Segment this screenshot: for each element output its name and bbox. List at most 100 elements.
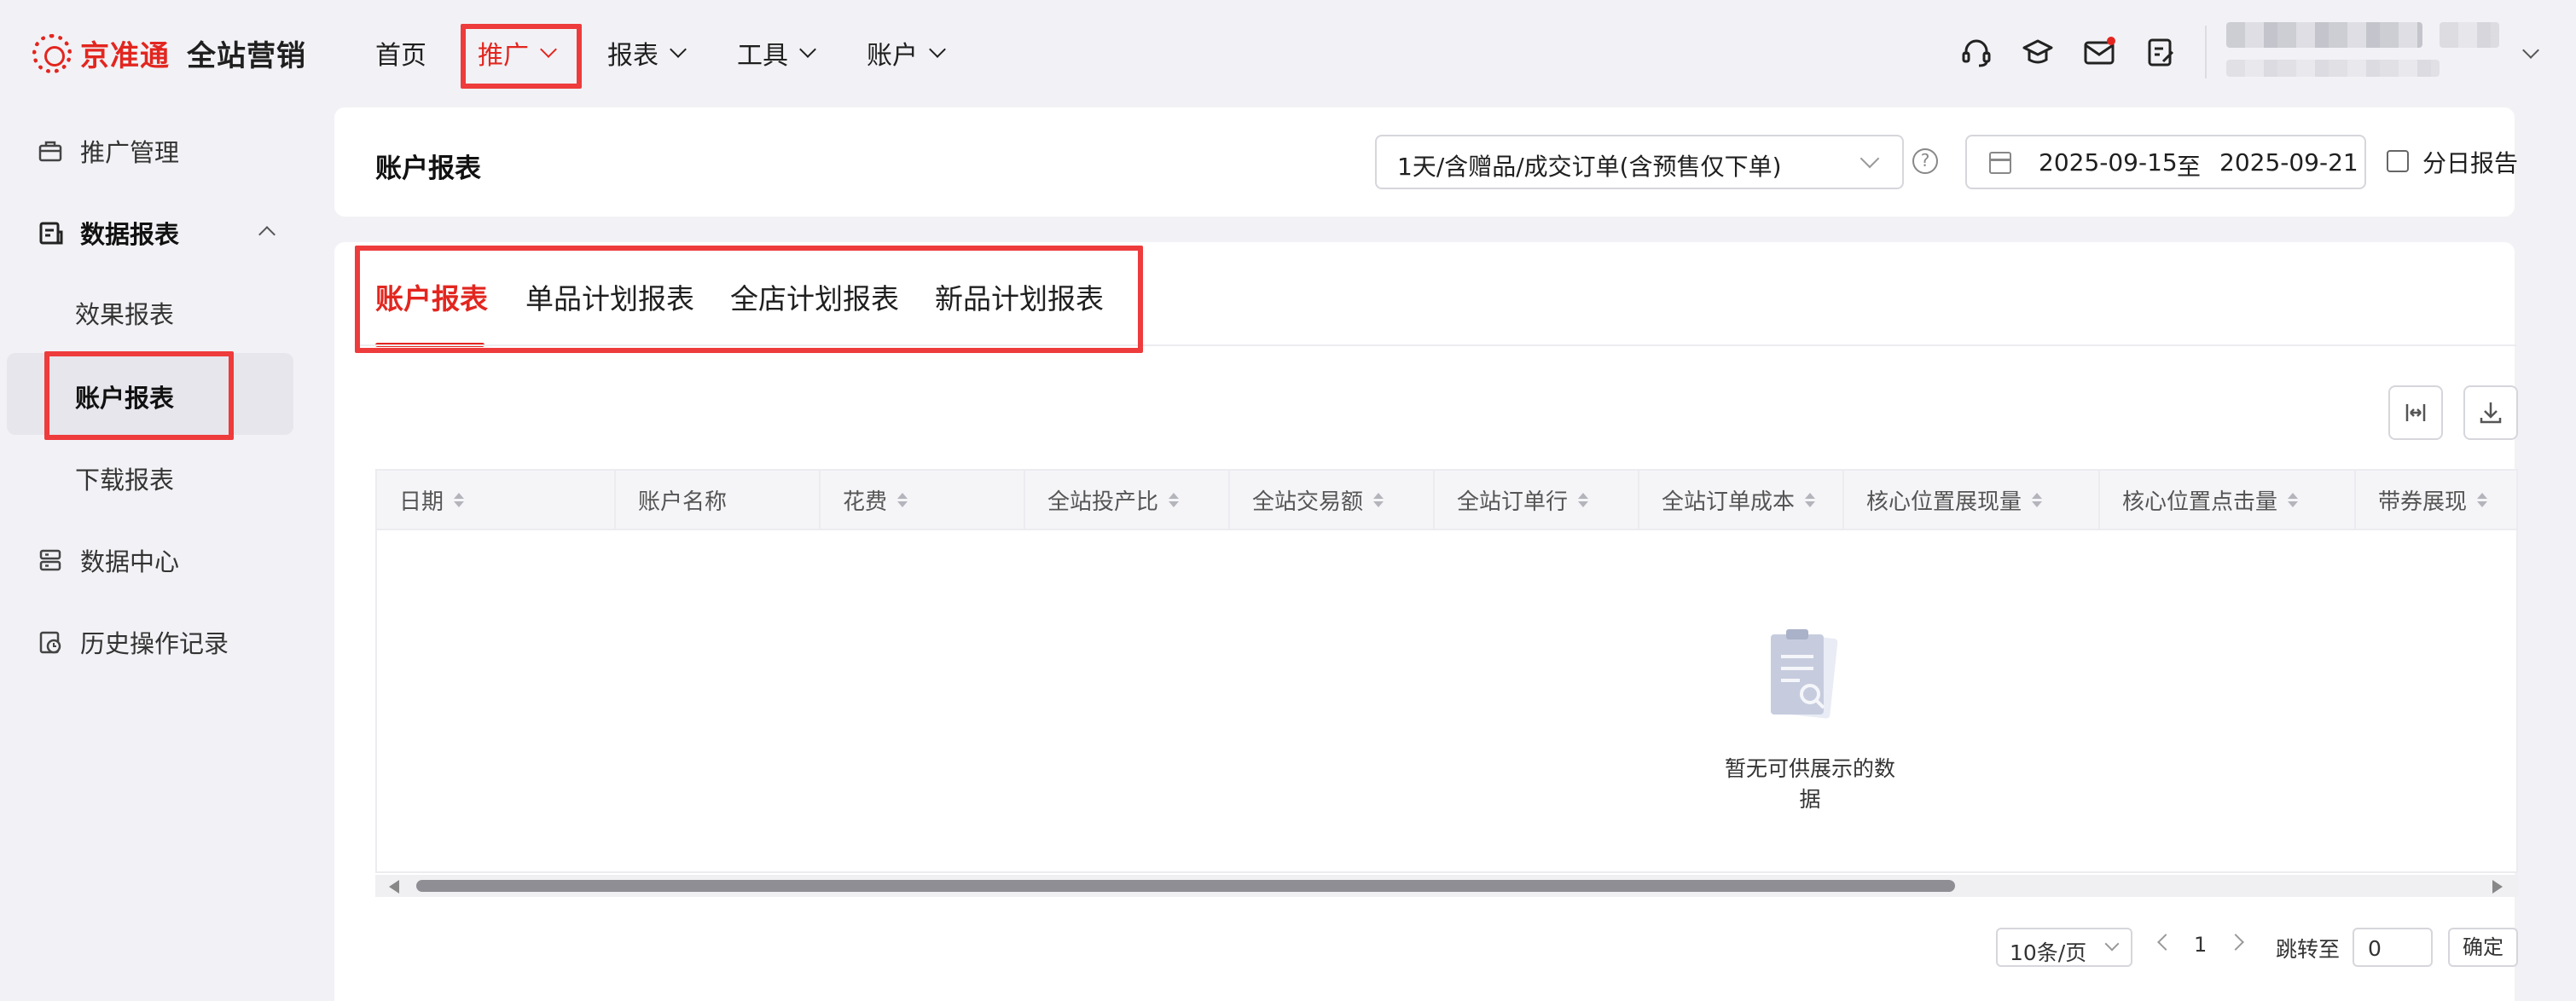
sidebar-item-data-reports[interactable]: 数据报表 (38, 215, 179, 251)
sidebar-item-label: 数据中心 (80, 547, 180, 576)
sort-icon[interactable] (1578, 492, 1589, 507)
column-header-label: 全站交易额 (1252, 489, 1364, 515)
column-header-roi[interactable]: 全站投产比 (1025, 471, 1230, 529)
table-body (375, 530, 2518, 873)
confirm-button[interactable]: 确定 (2448, 928, 2518, 967)
sort-icon[interactable] (2477, 492, 2488, 507)
column-header-label: 账户名称 (638, 489, 728, 515)
calendar-icon (1989, 152, 2011, 174)
sort-icon[interactable] (1169, 492, 1180, 507)
graduation-cap-icon[interactable] (2022, 36, 2054, 68)
column-header-label: 全站投产比 (1047, 489, 1159, 515)
empty-data-text: 暂无可供展示的数据 (1724, 756, 1895, 812)
column-width-button[interactable] (2388, 385, 2443, 440)
report-icon (39, 222, 63, 245)
history-icon (39, 631, 61, 654)
scroll-right-icon[interactable] (2492, 880, 2503, 894)
headset-icon[interactable] (1960, 36, 1993, 68)
date-range-picker[interactable]: 2025-09-15 至 2025-09-21 (1965, 135, 2366, 189)
column-header-label: 核心位置展现量 (1866, 489, 2022, 515)
nav-home-label: 首页 (375, 41, 426, 71)
toolbar-divider (2205, 26, 2207, 78)
server-icon (39, 549, 61, 571)
briefcase-icon (38, 141, 62, 162)
task-edit-icon[interactable] (2144, 36, 2177, 68)
attribution-select-value: 1天/含赠品/成交订单(含预售仅下单) (1397, 153, 1782, 181)
daily-report-label[interactable]: 分日报告 (2422, 145, 2518, 179)
highlight-box-nav (461, 24, 582, 89)
sort-icon[interactable] (454, 492, 465, 507)
sort-icon[interactable] (2032, 492, 2043, 507)
date-separator: 至 (2177, 153, 2202, 181)
download-button[interactable] (2463, 385, 2518, 440)
column-header-order-cost[interactable]: 全站订单成本 (1639, 471, 1844, 529)
nav-reports-label: 报表 (607, 41, 659, 71)
highlight-box-tabs (355, 246, 1143, 353)
chevron-down-icon (2104, 936, 2120, 952)
logo[interactable]: 京准通 全站营销 (32, 32, 306, 74)
column-header-core-impressions[interactable]: 核心位置展现量 (1844, 471, 2100, 529)
date-start: 2025-09-15 (2039, 148, 2178, 176)
nav-account[interactable]: 账户 (867, 34, 946, 72)
empty-data-icon (1771, 629, 1838, 719)
top-bar: 京准通 全站营销 首页 推广 报表 工具 账户 (0, 0, 2576, 102)
nav-reports[interactable]: 报表 (607, 34, 687, 72)
highlight-box-sidebar (44, 351, 234, 440)
scroll-left-icon[interactable] (389, 880, 399, 894)
chevron-down-icon (1859, 148, 1880, 169)
column-header-core-clicks[interactable]: 核心位置点击量 (2100, 471, 2356, 529)
product-name: 全站营销 (187, 39, 306, 73)
blurred-username (2440, 22, 2499, 48)
sidebar-subitem-effect-report[interactable]: 效果报表 (75, 295, 174, 331)
column-header-gmv[interactable]: 全站交易额 (1230, 471, 1435, 529)
chevron-down-icon (670, 41, 687, 58)
column-header-label: 带券展现 (2378, 489, 2468, 515)
chevron-down-icon (929, 41, 946, 58)
sort-icon[interactable] (897, 492, 908, 507)
daily-report-checkbox[interactable] (2387, 150, 2409, 172)
sidebar-item-data-center[interactable]: 数据中心 (38, 542, 179, 578)
sidebar-item-label: 历史操作记录 (80, 629, 229, 658)
chevron-down-icon[interactable] (2522, 42, 2539, 59)
column-header-label: 日期 (399, 489, 444, 515)
column-header-label: 花费 (843, 489, 888, 515)
jump-to-label: 跳转至 (2276, 937, 2341, 962)
sidebar-subitem-download-report[interactable]: 下载报表 (75, 460, 174, 496)
blurred-account-info (2226, 60, 2440, 77)
brand-name: 京准通 (80, 39, 170, 73)
nav-home[interactable]: 首页 (375, 34, 426, 72)
page-size-value: 10条/页 (2010, 940, 2087, 965)
sidebar-item-label: 推广管理 (80, 138, 180, 167)
table-header: 日期 账户名称 花费 全站投产比 全站交易额 全站订单行 全站订单成本 核心位置… (375, 469, 2518, 530)
chevron-up-icon[interactable] (258, 226, 276, 243)
jump-page-input[interactable]: 0 (2353, 928, 2433, 967)
sidebar-item-history[interactable]: 历史操作记录 (38, 624, 229, 660)
column-header-order-lines[interactable]: 全站订单行 (1435, 471, 1639, 529)
help-icon[interactable]: ? (1912, 148, 1938, 174)
chevron-down-icon (799, 41, 816, 58)
brand-logo-icon (32, 33, 72, 73)
sort-icon[interactable] (1373, 492, 1384, 507)
column-header-cost[interactable]: 花费 (821, 471, 1025, 529)
scrollbar-thumb[interactable] (416, 880, 1955, 892)
date-end: 2025-09-21 (2219, 148, 2358, 176)
page-size-select[interactable]: 10条/页 (1996, 928, 2132, 967)
column-header-label: 全站订单成本 (1662, 489, 1796, 515)
sort-icon[interactable] (2288, 492, 2299, 507)
nav-tools[interactable]: 工具 (737, 34, 816, 72)
nav-tools-label: 工具 (737, 41, 788, 71)
page-title: 账户报表 (375, 153, 481, 184)
sort-icon[interactable] (1805, 492, 1816, 507)
current-page[interactable]: 1 (2194, 933, 2207, 957)
attribution-select[interactable]: 1天/含赠品/成交订单(含预售仅下单) (1375, 135, 1904, 189)
column-header-label: 核心位置点击量 (2122, 489, 2278, 515)
sidebar-item-promotion[interactable]: 推广管理 (38, 133, 179, 169)
column-header-date[interactable]: 日期 (377, 471, 616, 529)
column-header-account-name: 账户名称 (616, 471, 821, 529)
column-header-coupon-impressions[interactable]: 带券展现 (2356, 471, 2516, 529)
column-width-icon (2405, 404, 2426, 421)
mail-icon[interactable] (2083, 36, 2115, 68)
sidebar-item-label: 数据报表 (80, 220, 180, 249)
user-account-menu[interactable] (2226, 15, 2508, 84)
nav-account-label: 账户 (867, 41, 918, 71)
